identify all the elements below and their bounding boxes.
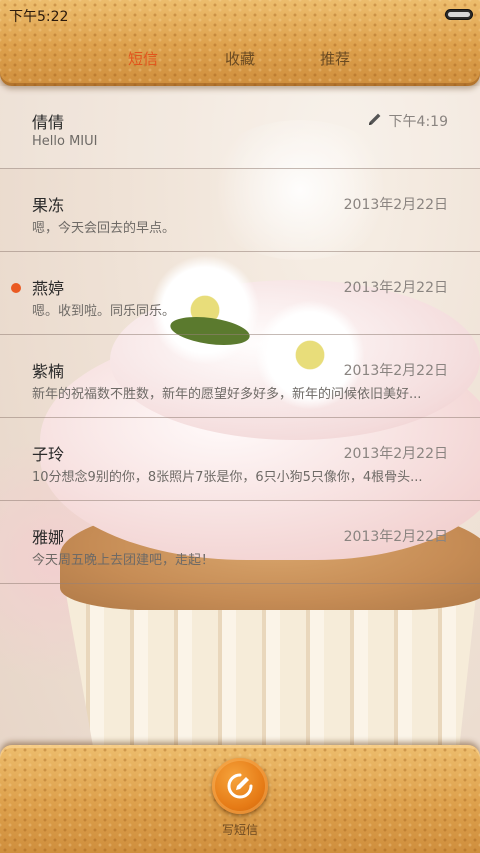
contact-name: 雅娜 [32,528,65,547]
conversation-item[interactable]: 燕婷 嗯。收到啦。同乐同乐。 2013年2月22日 [0,252,480,335]
pencil-icon [369,113,381,125]
message-time: 下午4:19 [388,114,448,130]
compose-label: 写短信 [221,823,258,837]
message-date: 2013年2月22日 [343,363,448,379]
conversation-item[interactable]: 果冻 嗯，今天会回去的早点。 2013年2月22日 [0,169,480,252]
contact-name: 子玲 [32,445,65,464]
message-preview: 嗯，今天会回去的早点。 [32,221,176,236]
tab-favorites[interactable]: 收藏 [225,48,255,69]
contact-name: 燕婷 [32,279,65,298]
contact-name: 紫楠 [32,362,65,381]
contact-name: 倩倩 [32,113,65,132]
message-date: 2013年2月22日 [343,446,448,462]
message-date: 2013年2月22日 [343,197,448,213]
top-bar: 下午5:22 短信 收藏 推荐 [0,0,480,86]
conversation-item[interactable]: 倩倩 Hello MIUI 下午4:19 [0,86,480,169]
conversation-item[interactable]: 紫楠 新年的祝福数不胜数，新年的愿望好多好多，新年的问候依旧美好... 2013… [0,335,480,418]
bottom-bar: 写短信 [0,745,480,853]
contact-name: 果冻 [32,196,65,215]
conversation-item[interactable]: 雅娜 今天周五晚上去团建吧，走起！ 2013年2月22日 [0,501,480,584]
message-date: 2013年2月22日 [343,280,448,296]
tab-sms[interactable]: 短信 [128,48,158,69]
conversation-item[interactable]: 子玲 10分想念9别的你，8张照片7张是你，6只小狗5只像你，4根骨头... 2… [0,418,480,501]
battery-icon [445,9,473,20]
tab-recommended[interactable]: 推荐 [320,48,350,69]
compose-button[interactable] [212,758,268,814]
status-time: 下午5:22 [9,9,69,25]
message-preview: 新年的祝福数不胜数，新年的愿望好多好多，新年的问候依旧美好... [32,387,422,402]
unread-indicator [11,283,21,293]
compose-icon [227,773,253,799]
message-preview: 嗯。收到啦。同乐同乐。 [32,304,176,319]
message-preview: 10分想念9别的你，8张照片7张是你，6只小狗5只像你，4根骨头... [32,470,423,485]
message-preview: Hello MIUI [32,134,98,149]
message-preview: 今天周五晚上去团建吧，走起！ [32,553,215,568]
conversation-list: 倩倩 Hello MIUI 下午4:19 果冻 嗯，今天会回去的早点。 2013… [0,86,480,584]
message-date: 2013年2月22日 [343,529,448,545]
